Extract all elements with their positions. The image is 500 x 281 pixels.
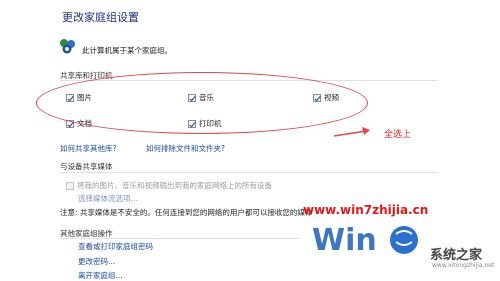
- stream-media-checkbox[interactable]: 将我的图片、音乐和视频输出到我的家庭网络上的所有设备: [66, 180, 272, 191]
- watermark-site: www.xitongzhijia.net: [432, 262, 495, 269]
- page-title: 更改家庭组设置: [62, 11, 139, 24]
- annotation-ellipse: [36, 72, 368, 134]
- view-password-link[interactable]: 查看或打印家庭组密码: [78, 241, 153, 252]
- watermark-logo-text: Win: [312, 223, 377, 258]
- windows-logo-icon: Win: [312, 223, 418, 258]
- how-share-link[interactable]: 如何共享其他库?: [60, 143, 116, 154]
- leave-homegroup-link[interactable]: 离开家庭组...: [78, 270, 123, 281]
- homegroup-status: 此计算机属于某个家庭组。: [82, 46, 172, 55]
- media-section-divider: [60, 172, 438, 173]
- watermark-url: www.win7zhijia.cn: [303, 203, 429, 217]
- annotation-text: 全选上: [384, 130, 412, 140]
- choose-media-link[interactable]: 选择媒体流选项...: [78, 193, 138, 204]
- stream-media-box[interactable]: [66, 181, 74, 190]
- media-section-label: 与设备共享媒体: [60, 162, 113, 171]
- homegroup-icon: [60, 39, 75, 54]
- watermark-name: 系统之家: [430, 248, 483, 263]
- security-note: 注意: 共享媒体是不安全的。任何连接到您的网络的用户都可以接收您的媒体: [60, 208, 313, 217]
- annotation-arrow-icon: [333, 127, 370, 137]
- other-section-divider: [60, 238, 300, 239]
- stream-media-label: 将我的图片、音乐和视频输出到我的家庭网络上的所有设备: [77, 181, 272, 190]
- how-exclude-link[interactable]: 如何排除文件和文件夹?: [146, 143, 225, 154]
- change-password-link[interactable]: 更改密码...: [78, 256, 115, 267]
